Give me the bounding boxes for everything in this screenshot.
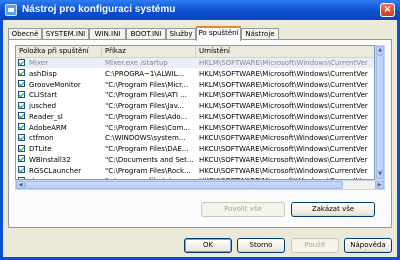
help-button[interactable]: Nápověda: [344, 238, 392, 253]
startup-item-name: DTLite: [29, 145, 52, 153]
app-icon: [5, 4, 17, 16]
title-bar[interactable]: Nástroj pro konfiguraci systému ×: [0, 0, 400, 20]
table-row[interactable]: Reader_sl "C:\Program Files\Ado... HKLM\SO…: [16, 112, 374, 123]
close-button[interactable]: ×: [380, 3, 395, 17]
startup-item-name: jusched: [29, 102, 57, 110]
startup-location: HKCU\SOFTWARE\Microsoft\Windows\CurrentV…: [199, 166, 368, 175]
tab-po-spusteni[interactable]: Po spuštění: [196, 26, 241, 41]
table-row[interactable]: RGSCLauncher "C:\Program Files\Rock... HKC…: [16, 166, 374, 177]
startup-item-name: ashDisp: [29, 69, 57, 78]
list-rows: Mixer Mixer.exe /startup HKLM\SOFTWARE\Mic…: [16, 58, 374, 179]
row-item-cell: ashDisp: [18, 69, 102, 79]
startup-location: HKLM\SOFTWARE\Microsoft\Windows\CurrentV…: [199, 59, 368, 67]
table-row[interactable]: jusched "C:\Program Files\Jav... HKLM\SOFT…: [16, 101, 374, 112]
row-item-cell: ctfmon: [18, 133, 102, 143]
disable-all-button[interactable]: Zakázat vše: [291, 202, 375, 217]
startup-location: HKLM\SOFTWARE\Microsoft\Windows\CurrentV…: [199, 91, 368, 100]
startup-checkbox[interactable]: [18, 123, 25, 130]
startup-checkbox[interactable]: [18, 112, 25, 120]
scroll-down-icon[interactable]: ▼: [376, 170, 384, 179]
startup-checkbox[interactable]: [18, 58, 25, 66]
row-item-cell: CLIStart: [18, 90, 102, 100]
startup-location: HKLM\SOFTWARE\Microsoft\Windows\CurrentV…: [199, 112, 368, 121]
startup-command: C:\PROGRA~1\ALWIL...: [105, 69, 185, 78]
startup-command: "C:\Program Files\ATI ...: [105, 91, 187, 100]
column-header-command[interactable]: Příkaz: [102, 46, 196, 57]
startup-command: "C:\Documents and Set...: [105, 155, 194, 164]
startup-checkbox[interactable]: [18, 133, 25, 141]
startup-command: "C:\Program Files\Com...: [105, 123, 190, 132]
table-row[interactable]: Mixer Mixer.exe /startup HKLM\SOFTWARE\Mic…: [16, 58, 374, 69]
startup-panel: Položka při spuštění Příkaz Umístění Mix…: [8, 39, 392, 228]
startup-list: Položka při spuštění Příkaz Umístění Mix…: [15, 45, 375, 180]
startup-location: HKLM\SOFTWARE\Microsoft\Windows\CurrentV…: [199, 69, 368, 78]
startup-item-name: GrooveMonitor: [29, 80, 81, 89]
row-item-cell: GrooveMonitor: [18, 80, 102, 90]
row-item-cell: DTLite: [18, 144, 102, 154]
scroll-right-icon[interactable]: ▶: [375, 181, 384, 189]
row-item-cell: AdobeARM: [18, 123, 102, 133]
table-row[interactable]: ashDisp C:\PROGRA~1\ALWIL... HKLM\SOFTWARE…: [16, 69, 374, 80]
enable-all-button[interactable]: Povolit vše: [201, 202, 285, 217]
table-row[interactable]: CLIStart "C:\Program Files\ATI ... HKLM\SO…: [16, 90, 374, 101]
scroll-up-icon[interactable]: ▲: [376, 46, 384, 55]
startup-location: HKCU\SOFTWARE\Microsoft\Windows\CurrentV…: [199, 145, 368, 153]
startup-command: C:\WINDOWS\system...: [105, 134, 186, 143]
table-row[interactable]: DTLite "C:\Program Files\DAE... HKCU\SOFTW…: [16, 144, 374, 155]
row-item-cell: RGSCLauncher: [18, 166, 102, 176]
startup-item-name: Mixer: [29, 59, 49, 67]
startup-command: "C:\Program Files\Rock...: [105, 166, 191, 175]
dialog-client: Obecné SYSTEM.INI WIN.INI BOOT.INI Služb…: [3, 20, 397, 257]
startup-command: Mixer.exe /startup: [105, 59, 168, 67]
horizontal-scrollbar[interactable]: ◀ ▶: [15, 180, 385, 190]
startup-location: HKLM\SOFTWARE\Microsoft\Windows\CurrentV…: [199, 80, 368, 89]
table-row[interactable]: GrooveMonitor "C:\Program Files\Micr... HK…: [16, 80, 374, 91]
startup-item-name: AdobeARM: [29, 123, 67, 132]
scroll-left-icon[interactable]: ◀: [16, 181, 25, 189]
row-item-cell: WBInstall32: [18, 155, 102, 165]
cancel-button[interactable]: Storno: [237, 238, 285, 253]
startup-checkbox[interactable]: [18, 144, 25, 152]
startup-location: HKCU\SOFTWARE\Microsoft\Windows\CurrentV…: [199, 134, 368, 143]
startup-location: HKCU\SOFTWARE\Microsoft\Windows\CurrentV…: [199, 155, 368, 164]
config-window: Nástroj pro konfiguraci systému × Obecné…: [0, 0, 400, 260]
startup-item-name: ctfmon: [29, 134, 54, 143]
startup-location: HKLM\SOFTWARE\Microsoft\Windows\CurrentV…: [199, 123, 368, 132]
vertical-scrollbar[interactable]: ▲ ▼: [375, 45, 385, 180]
row-item-cell: jusched: [18, 101, 102, 111]
startup-checkbox[interactable]: [18, 80, 25, 87]
startup-checkbox[interactable]: [18, 155, 25, 163]
startup-item-name: RGSCLauncher: [29, 166, 82, 175]
column-header-item[interactable]: Položka při spuštění: [16, 46, 102, 57]
ok-button[interactable]: OK: [184, 238, 232, 253]
window-title: Nástroj pro konfiguraci systému: [22, 4, 176, 15]
startup-command: "C:\Program Files\DAE...: [105, 145, 189, 153]
startup-item-name: WBInstall32: [29, 155, 71, 164]
startup-checkbox[interactable]: [18, 166, 25, 173]
list-header: Položka při spuštění Příkaz Umístění: [16, 46, 374, 58]
vertical-scroll-thumb[interactable]: [376, 55, 384, 171]
startup-command: "C:\Program Files\Micr...: [105, 80, 189, 89]
row-item-cell: Reader_sl: [18, 112, 102, 122]
startup-location: HKLM\SOFTWARE\Microsoft\Windows\CurrentV…: [199, 102, 368, 110]
startup-command: "C:\Program Files\Ado...: [105, 112, 188, 121]
horizontal-scroll-thumb[interactable]: [25, 181, 343, 189]
startup-item-name: CLIStart: [29, 91, 57, 100]
startup-checkbox[interactable]: [18, 101, 25, 109]
column-header-location[interactable]: Umístění: [196, 46, 374, 57]
table-row[interactable]: AdobeARM "C:\Program Files\Com... HKLM\SOF…: [16, 123, 374, 134]
startup-checkbox[interactable]: [18, 90, 25, 98]
apply-button[interactable]: Použít: [291, 238, 339, 253]
table-row[interactable]: WBInstall32 "C:\Documents and Set... HKCU\…: [16, 155, 374, 166]
startup-command: "C:\Program Files\Jav...: [105, 102, 184, 110]
table-row[interactable]: ctfmon C:\WINDOWS\system... HKCU\SOFTWARE\…: [16, 133, 374, 144]
row-item-cell: Mixer: [18, 58, 102, 68]
startup-item-name: Reader_sl: [29, 112, 63, 121]
startup-checkbox[interactable]: [18, 69, 25, 77]
